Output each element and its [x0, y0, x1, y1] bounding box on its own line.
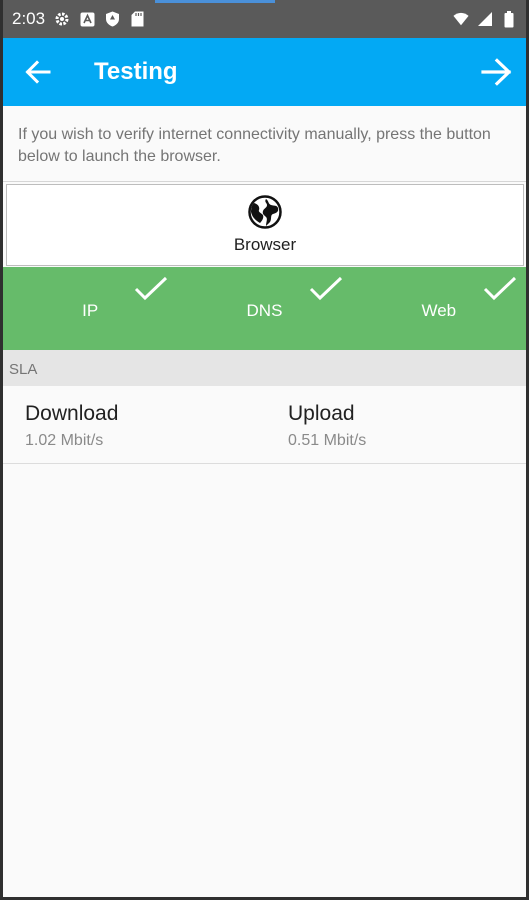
check-dns: DNS — [177, 267, 351, 350]
arrow-left-icon — [25, 60, 51, 84]
page-title: Testing — [94, 58, 178, 85]
status-bar: 2:03 — [0, 0, 529, 38]
info-text: If you wish to verify internet connectiv… — [18, 126, 491, 165]
upload-value: 0.51 Mbit/s — [288, 432, 367, 449]
wifi-icon — [453, 11, 469, 27]
connectivity-checks: IP DNS Web — [3, 267, 526, 350]
check-web-label: Web — [421, 301, 457, 320]
upload-label: Upload — [288, 402, 355, 425]
info-message: If you wish to verify internet connectiv… — [3, 106, 526, 182]
gear-icon — [54, 11, 70, 27]
globe-icon — [248, 195, 282, 229]
check-icon — [483, 276, 517, 301]
browser-button[interactable]: Browser — [6, 184, 524, 266]
status-accent-line — [155, 0, 275, 3]
arrow-right-icon — [481, 58, 512, 86]
sd-card-icon — [129, 11, 145, 27]
check-icon — [309, 276, 342, 301]
next-button[interactable] — [477, 52, 517, 92]
sla-metrics-row: Download 1.02 Mbit/s Upload 0.51 Mbit/s — [3, 386, 526, 464]
back-button[interactable] — [20, 54, 56, 90]
shield-icon — [104, 11, 120, 27]
translate-icon — [79, 11, 95, 27]
check-dns-label: DNS — [246, 301, 283, 320]
download-label: Download — [25, 402, 119, 425]
signal-icon — [477, 11, 493, 27]
battery-icon — [501, 10, 517, 27]
browser-button-label: Browser — [233, 235, 297, 254]
frame-left-border — [0, 0, 3, 900]
download-value: 1.02 Mbit/s — [25, 432, 104, 449]
download-metric: Download 1.02 Mbit/s — [25, 402, 118, 450]
check-ip: IP — [3, 267, 177, 350]
sla-section-header: SLA — [3, 350, 526, 386]
check-ip-label: IP — [82, 301, 99, 320]
app-bar: Testing — [0, 38, 529, 106]
check-web: Web — [352, 267, 526, 350]
status-time: 2:03 — [12, 9, 46, 28]
upload-metric: Upload 0.51 Mbit/s — [288, 402, 366, 450]
status-right — [453, 10, 517, 27]
status-left: 2:03 — [12, 9, 145, 29]
sla-header-label: SLA — [9, 361, 38, 378]
check-icon — [135, 276, 168, 301]
